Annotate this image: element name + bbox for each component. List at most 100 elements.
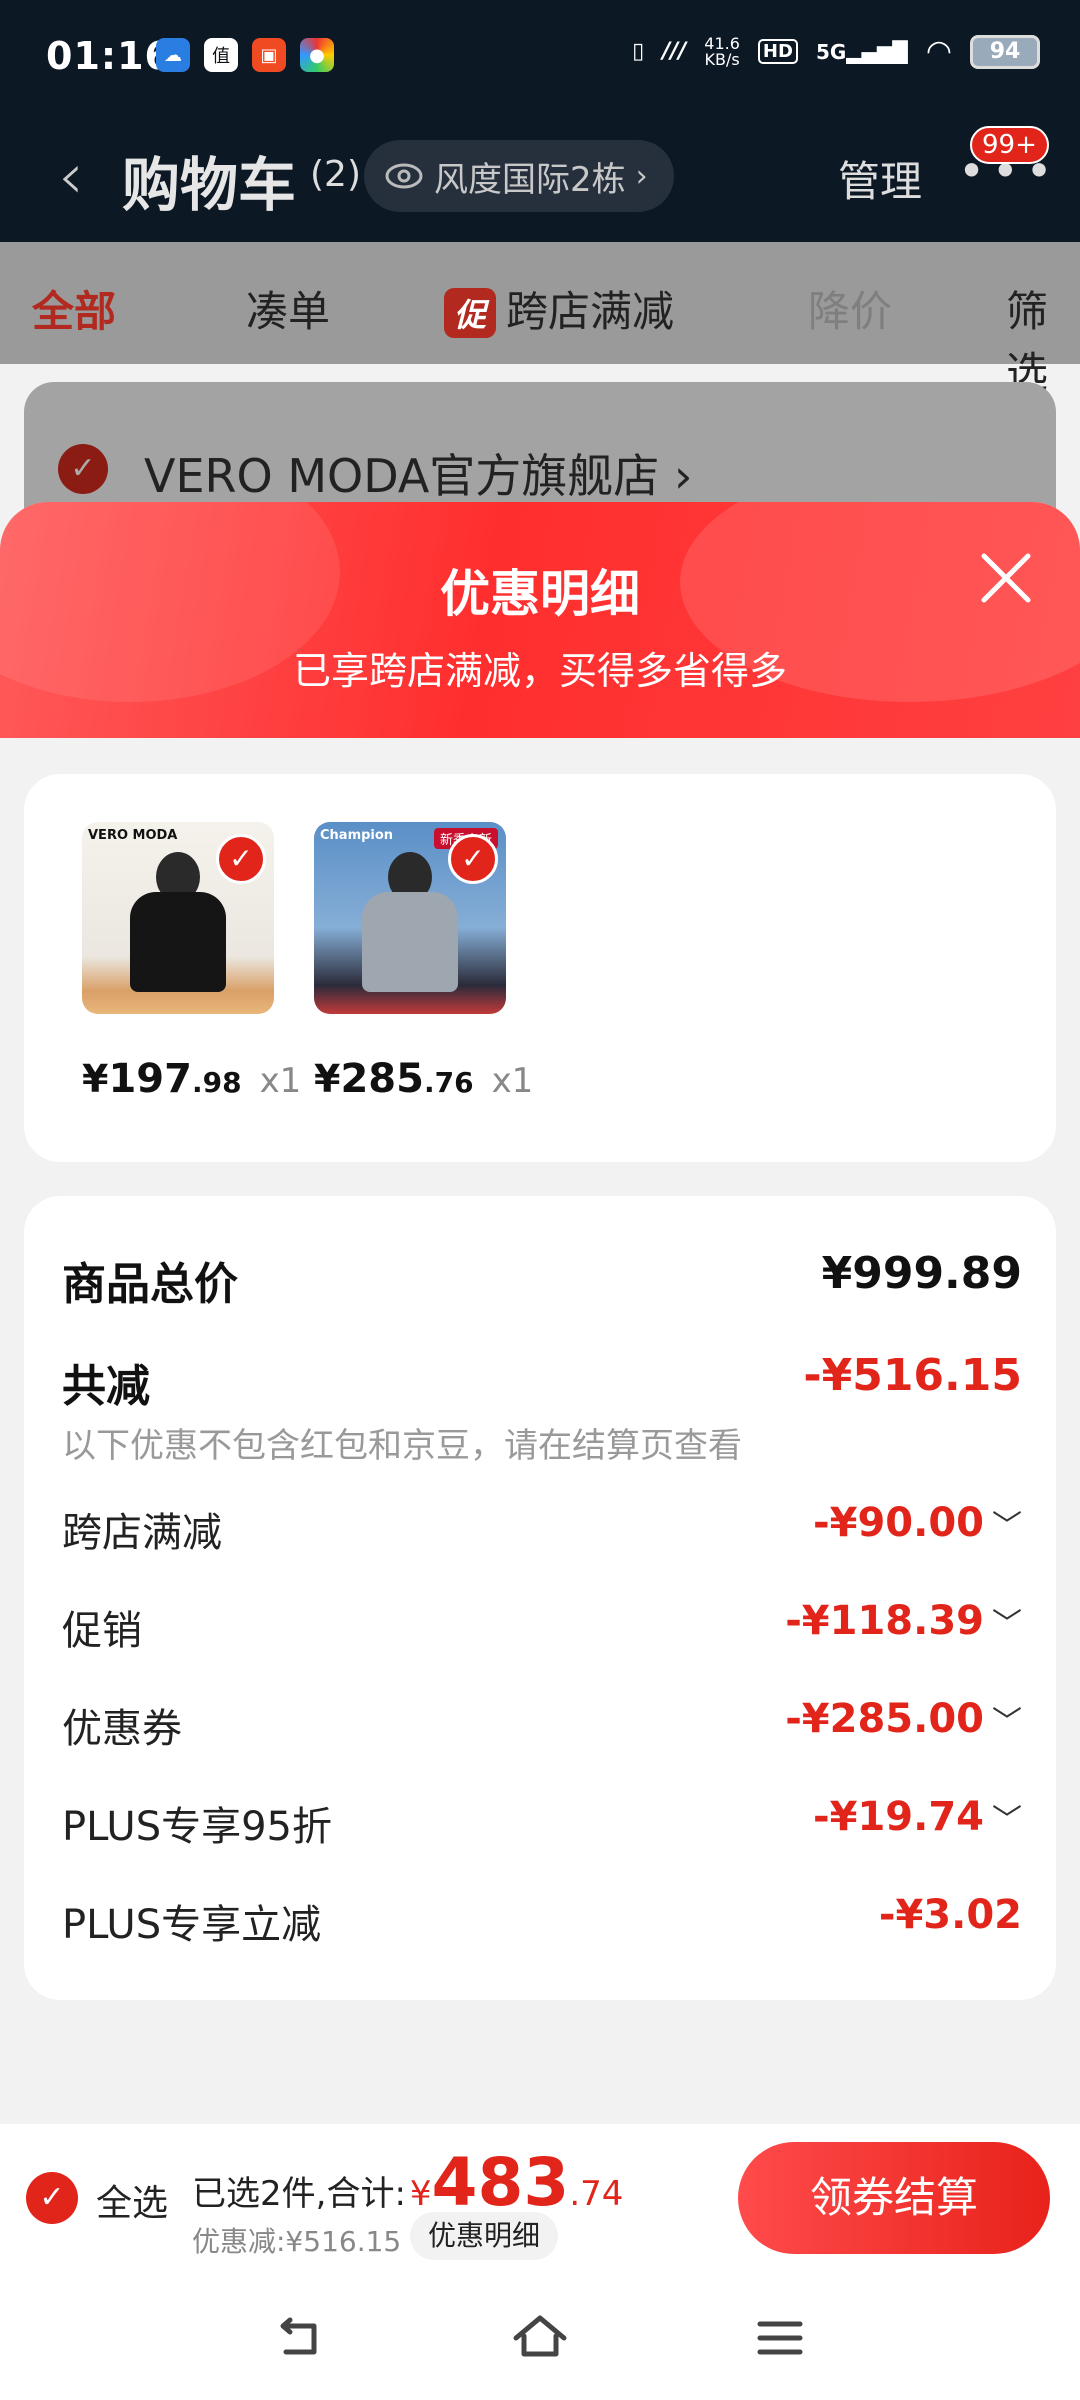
total-summary: 已选2件,合计: ¥ 483 .74 [192,2144,623,2221]
price-integer: 285 [340,1056,424,1102]
net-speed: 41.6 KB/s [704,35,740,69]
product-garment [362,892,458,992]
cell-signal-icon: 5G▂▄▆█ [815,39,908,64]
product-item[interactable]: VERO MODA ✓ ¥197.98 x1 [82,822,301,1102]
product-item[interactable]: Champion 新季上新 ✓ ¥285.76 x1 [314,822,533,1102]
net-speed-unit: KB/s [704,49,740,69]
discount-value: -¥118.39 ﹀ [785,1598,1022,1644]
discount-note: 以下优惠不包含红包和京豆，请在结算页查看 [62,1426,742,1466]
system-nav-bar [0,2274,1080,2400]
item-quantity: x1 [491,1061,534,1101]
discount-label: 跨店满减 [62,1510,222,1556]
shop-name[interactable]: VERO MODA官方旗舰店 › [144,440,692,506]
discount-label: PLUS专享95折 [62,1804,332,1850]
manage-button[interactable]: 管理 [838,148,922,209]
total-label: 商品总价 [62,1259,238,1310]
currency-symbol: ¥ [82,1057,109,1101]
sheet-header: 优惠明细 已享跨店满减，买得多省得多 [0,502,1080,738]
status-time: 01:16 [46,34,172,78]
currency-symbol: ¥ [409,2174,432,2214]
back-arrow-icon[interactable]: ‹ [58,140,84,214]
network-type: 5G [815,39,847,64]
selected-count-text: 已选2件,合计: [192,2174,406,2214]
vibrate-icon: ▯ [632,39,645,64]
item-check-icon: ✓ [216,834,266,884]
price-summary-card: 商品总价 ¥999.89 共减 -¥516.15 以下优惠不包含红包和京豆，请在… [24,1196,1056,2000]
status-bar: 01:16 ☁ 值 ▣ ● ▯ /// 41.6 KB/s HD 5G▂▄▆█ … [0,0,1080,118]
app-notification-icon: ☁ [156,38,190,72]
discount-amount: -¥118.39 [785,1598,984,1644]
brand-logo-text: VERO MODA [88,828,178,843]
app-notification-icon: ● [300,38,334,72]
top-nav: ‹ 购物车 (2) 风度国际2栋 › 管理 • • • 99+ [0,118,1080,242]
tab-bundle[interactable]: 凑单 [246,278,330,339]
price-integer: 197 [108,1056,192,1102]
currency-symbol: ¥ [314,1057,341,1101]
tab-all[interactable]: 全部 [32,278,116,339]
discount-amount: -¥19.74 [813,1794,984,1840]
reduce-label: 共减 [62,1361,150,1412]
chevron-right-icon: › [673,449,693,503]
shop-name-text: VERO MODA官方旗舰店 [144,449,660,503]
battery-icon: 94 [970,34,1040,69]
close-icon[interactable] [976,548,1036,608]
discount-value: -¥19.74 ﹀ [813,1794,1022,1840]
select-all-check-icon[interactable]: ✓ [26,2172,78,2224]
hd-icon: HD [757,39,798,64]
message-badge: 99+ [970,126,1049,164]
product-image: Champion 新季上新 ✓ [314,822,506,1014]
discount-value: -¥285.00 ﹀ [785,1696,1022,1742]
chevron-down-icon: ﹀ [992,1607,1022,1642]
discount-label: PLUS专享立减 [62,1902,322,1948]
sheet-subtitle: 已享跨店满减，买得多省得多 [292,649,787,693]
eye-location-icon [385,163,423,189]
signal-strength-icon: /// [662,39,687,64]
home-nav-icon[interactable] [510,2308,570,2368]
item-quantity: x1 [259,1061,302,1101]
total-decimal: .74 [569,2174,624,2214]
app-notification-icon: ▣ [252,38,286,72]
cart-count: (2) [310,154,361,195]
discount-value: -¥3.02 [878,1892,1022,1938]
chevron-down-icon: ﹀ [992,1509,1022,1544]
shop-check-icon[interactable]: ✓ [58,444,108,494]
menu-nav-icon[interactable] [750,2308,810,2368]
saved-amount: 优惠减:¥516.15 [192,2225,402,2258]
chevron-down-icon: ﹀ [992,1705,1022,1740]
page-title: 购物车 [122,151,297,219]
address-selector[interactable]: 风度国际2栋 › [364,140,674,212]
back-nav-icon[interactable] [270,2308,330,2368]
checkout-bar: ✓ 全选 已选2件,合计: ¥ 483 .74 优惠减:¥516.15 优惠明细… [0,2124,1080,2274]
app-notification-icon: 值 [204,38,238,72]
discount-label: 促销 [62,1608,142,1654]
discount-amount: -¥285.00 [785,1696,984,1742]
total-value: ¥999.89 [821,1248,1022,1299]
product-image: VERO MODA ✓ [82,822,274,1014]
price-decimal: .76 [423,1066,474,1099]
selected-items-card: VERO MODA ✓ ¥197.98 x1 Champion 新季上新 ✓ [24,774,1056,1162]
checkout-button[interactable]: 领券结算 [738,2142,1050,2254]
discount-detail-button[interactable]: 优惠明细 [410,2212,559,2260]
sheet-title: 优惠明细 [440,565,640,623]
tab-cross-store[interactable]: 促跨店满减 [444,278,674,339]
discount-value: -¥90.00 ﹀ [813,1500,1022,1546]
notification-icons: ☁ 值 ▣ ● [156,38,334,72]
total-integer: 483 [431,2144,570,2221]
product-garment [130,892,226,992]
discount-detail-sheet: 优惠明细 已享跨店满减，买得多省得多 VERO MODA ✓ ¥197.98 x… [0,502,1080,2400]
tab-price-drop[interactable]: 降价 [808,278,892,339]
cart-filter-tabs: 全部 凑单 促跨店满减 降价 筛选 [0,242,1080,397]
address-text: 风度国际2栋 [434,159,626,200]
price-decimal: .98 [191,1066,242,1099]
discount-label: 优惠券 [62,1706,182,1752]
item-price: ¥197.98 x1 [82,1056,301,1102]
chevron-right-icon: › [635,158,648,194]
tab-cross-store-label: 跨店满减 [506,287,675,336]
item-check-icon: ✓ [448,834,498,884]
reduce-value: -¥516.15 [803,1350,1022,1401]
brand-logo-text: Champion [320,828,394,843]
cart-screen: 01:16 ☁ 值 ▣ ● ▯ /// 41.6 KB/s HD 5G▂▄▆█ … [0,0,1080,2400]
select-all-label[interactable]: 全选 [96,2174,168,2226]
promo-tag: 促 [444,288,497,338]
item-price: ¥285.76 x1 [314,1056,533,1102]
